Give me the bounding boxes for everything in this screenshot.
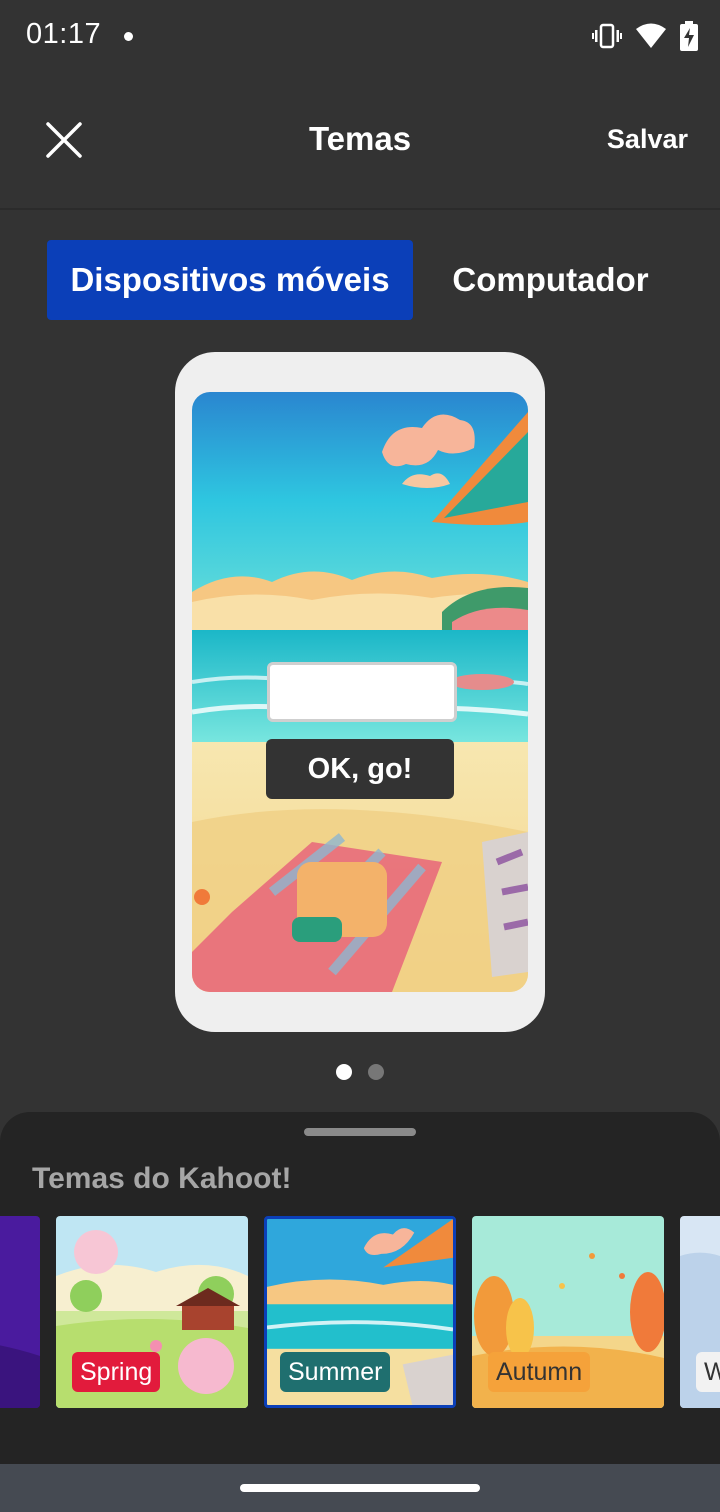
home-indicator[interactable]	[240, 1484, 480, 1492]
status-bar: 01:17	[0, 0, 720, 72]
theme-card-winter[interactable]: W	[680, 1216, 720, 1408]
preview-pager	[336, 1064, 384, 1080]
status-time: 01:17	[26, 18, 102, 50]
phone-screen-preview: OK, go!	[192, 392, 528, 992]
app-bar: Temas Salvar	[0, 72, 720, 210]
theme-card-partial[interactable]	[0, 1216, 40, 1408]
theme-preview-area: Dispositivos móveis Computador OK, go!	[0, 210, 720, 1112]
game-pin-input[interactable]	[267, 662, 457, 722]
vibrate-icon	[592, 23, 622, 49]
theme-card-spring[interactable]: Spring	[56, 1216, 248, 1408]
notification-dot-icon	[124, 32, 133, 41]
phone-mockup: OK, go!	[175, 352, 545, 1032]
purple-theme-thumbnail	[0, 1216, 40, 1408]
ok-go-button[interactable]: OK, go!	[266, 739, 454, 799]
save-button[interactable]: Salvar	[607, 124, 688, 155]
theme-label-autumn: Autumn	[488, 1352, 591, 1392]
sheet-title: Temas do Kahoot!	[32, 1162, 292, 1195]
tab-computer[interactable]: Computador	[428, 240, 673, 320]
wifi-icon	[636, 23, 666, 48]
theme-label-spring: Spring	[72, 1352, 161, 1392]
theme-card-summer[interactable]: Summer	[264, 1216, 456, 1408]
sheet-drag-handle[interactable]	[304, 1128, 416, 1136]
theme-card-autumn[interactable]: Autumn	[472, 1216, 664, 1408]
theme-label-summer: Summer	[280, 1352, 391, 1392]
tab-mobile-devices[interactable]: Dispositivos móveis	[47, 240, 413, 320]
battery-charging-icon	[680, 21, 698, 51]
pager-dot-active[interactable]	[336, 1064, 352, 1080]
themes-bottom-sheet: Temas do Kahoot! Spring Summer Autumn W	[0, 1112, 720, 1464]
theme-label-winter: W	[696, 1352, 720, 1392]
system-nav-bar	[0, 1464, 720, 1512]
pager-dot[interactable]	[368, 1064, 384, 1080]
status-icons	[592, 20, 698, 52]
